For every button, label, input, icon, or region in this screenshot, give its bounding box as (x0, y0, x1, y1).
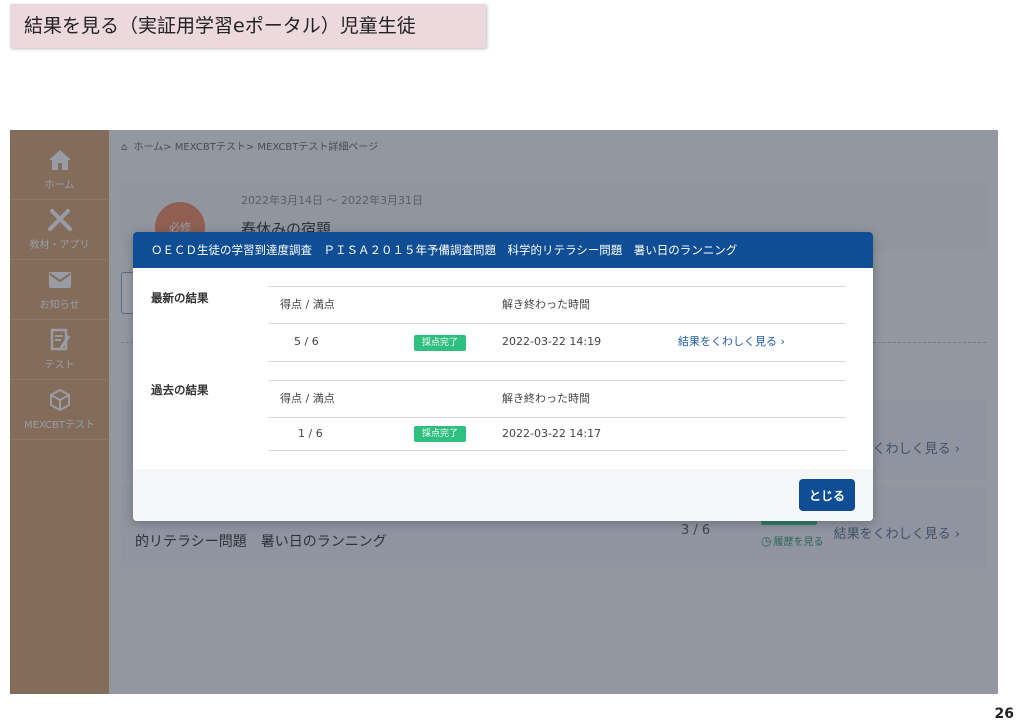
app-screen: ホーム 教材・アプリ お知らせ テスト MEXCBTテスト ⌂ ホーム> MEX… (10, 130, 998, 694)
status-badge: 採点完了 (414, 426, 467, 442)
table-row: 5 / 6 採点完了 2022-03-22 14:19 結果をくわしく見る › (268, 324, 846, 362)
view-details-link[interactable]: 結果をくわしく見る › (678, 324, 785, 360)
past-result-label: 過去の結果 (151, 383, 209, 397)
table-header-row: 得点 / 満点 解き終わった時間 (268, 380, 846, 418)
col-score-header: 得点 / 満点 (280, 298, 335, 311)
status-badge: 採点完了 (414, 335, 467, 351)
col-time-header: 解き終わった時間 (502, 392, 590, 405)
latest-result-label: 最新の結果 (151, 291, 209, 305)
results-modal: ＯＥＣＤ生徒の学習到達度調査 ＰＩＳＡ２０１５年予備調査問題 科学的リテラシー問… (133, 232, 873, 521)
score-value: 1 / 6 (298, 427, 323, 440)
modal-body: 最新の結果 得点 / 満点 解き終わった時間 5 / 6 採点完了 2022-0… (133, 268, 873, 469)
finished-time: 2022-03-22 14:17 (502, 427, 602, 440)
col-time-header: 解き終わった時間 (502, 298, 590, 311)
modal-footer: とじる (133, 469, 873, 521)
close-button[interactable]: とじる (799, 479, 855, 511)
page-number: 26 (994, 706, 1014, 722)
latest-result-table: 得点 / 満点 解き終わった時間 5 / 6 採点完了 2022-03-22 1… (268, 286, 846, 362)
score-value: 5 / 6 (294, 335, 319, 348)
table-row: 1 / 6 採点完了 2022-03-22 14:17 (268, 418, 846, 451)
slide-title: 結果を見る（実証用学習eポータル）児童生徒 (10, 4, 486, 48)
finished-time: 2022-03-22 14:19 (502, 335, 602, 348)
table-header-row: 得点 / 満点 解き終わった時間 (268, 286, 846, 324)
col-score-header: 得点 / 満点 (280, 392, 335, 405)
past-result-table: 得点 / 満点 解き終わった時間 1 / 6 採点完了 2022-03-22 1… (268, 380, 846, 451)
modal-title: ＯＥＣＤ生徒の学習到達度調査 ＰＩＳＡ２０１５年予備調査問題 科学的リテラシー問… (133, 232, 873, 268)
